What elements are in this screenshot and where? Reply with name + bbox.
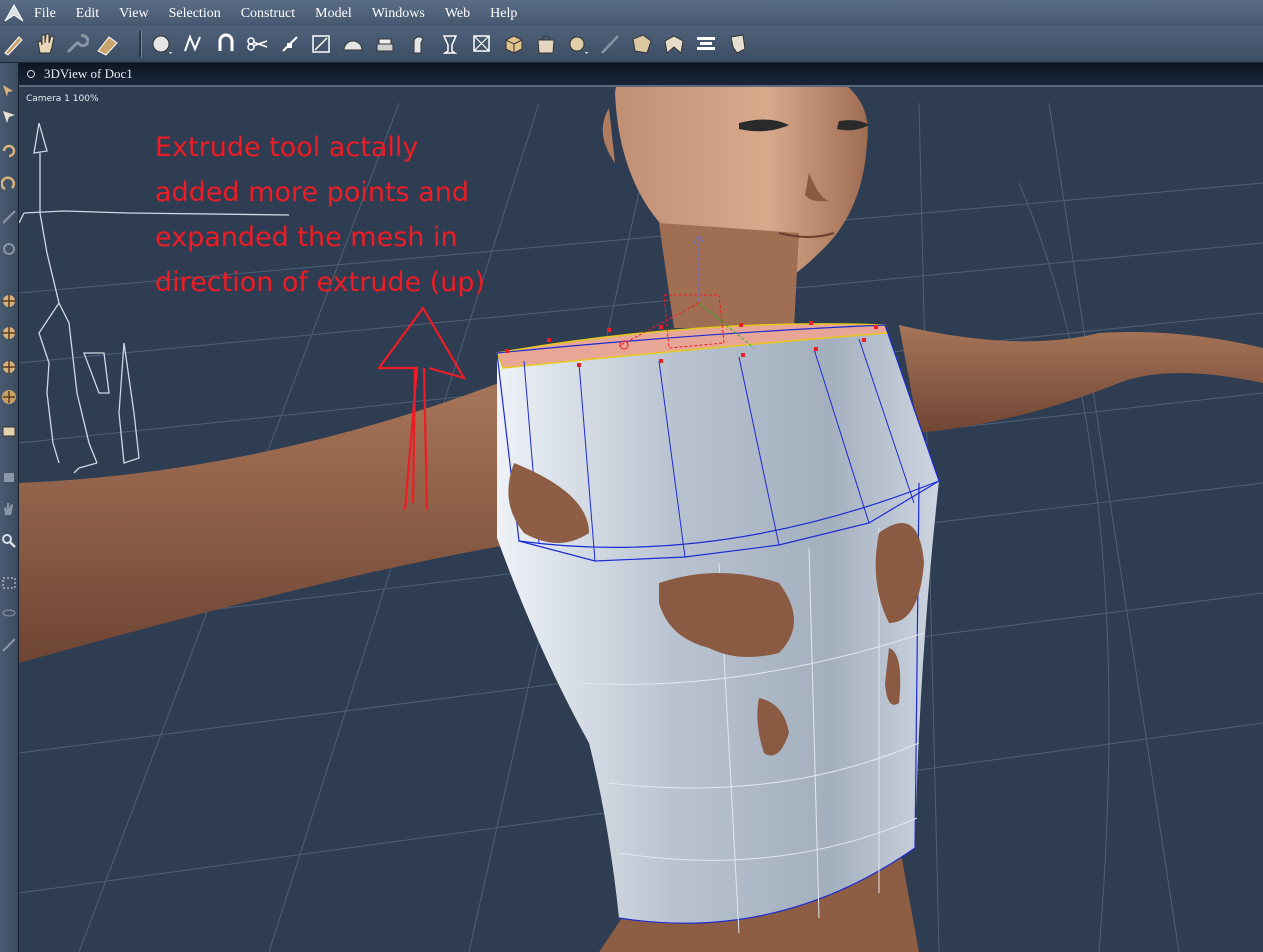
menu-items: File Edit View Selection Construct Model… — [24, 0, 527, 26]
scissors-icon[interactable] — [245, 31, 271, 57]
sphere-icon[interactable] — [149, 31, 175, 57]
toolbar — [0, 26, 1263, 63]
bend-icon[interactable] — [405, 31, 431, 57]
move-x-icon[interactable] — [1, 293, 17, 309]
pencil-icon[interactable] — [1, 637, 17, 653]
viewport-window-icon[interactable] — [27, 70, 35, 78]
link-icon[interactable] — [1, 241, 17, 257]
magnet-icon[interactable] — [213, 31, 239, 57]
menu-file[interactable]: File — [24, 0, 66, 26]
zoom-icon[interactable] — [1, 533, 17, 549]
fold-icon[interactable] — [661, 31, 687, 57]
hand-icon[interactable] — [33, 31, 59, 57]
lathe-icon[interactable] — [437, 31, 463, 57]
globe-icon[interactable] — [565, 31, 591, 57]
eye-icon[interactable] — [1, 605, 17, 621]
menu-edit[interactable]: Edit — [66, 0, 109, 26]
dome-icon[interactable] — [341, 31, 367, 57]
menu-view[interactable]: View — [109, 0, 158, 26]
select-icon[interactable] — [1, 109, 17, 125]
menu-construct[interactable]: Construct — [231, 0, 305, 26]
menu-model[interactable]: Model — [305, 0, 362, 26]
wrench-icon[interactable] — [63, 31, 89, 57]
viewport-title: 3DView of Doc1 — [44, 66, 133, 81]
shard-icon[interactable] — [725, 31, 751, 57]
menu-bar: File Edit View Selection Construct Model… — [0, 0, 1263, 26]
left-toolbar — [0, 63, 19, 952]
3d-viewport[interactable]: 3DView of Doc1 Camera 1 100% Extrude too… — [19, 63, 1263, 952]
pen-icon[interactable] — [277, 31, 303, 57]
extrude-icon[interactable] — [373, 31, 399, 57]
box-x-icon[interactable] — [469, 31, 495, 57]
hand-pan-icon[interactable] — [1, 501, 17, 517]
menu-help[interactable]: Help — [480, 0, 527, 26]
move-z-icon[interactable] — [1, 359, 17, 375]
viewport-title-bar: 3DView of Doc1 — [19, 63, 1263, 87]
brush-icon[interactable] — [1, 423, 17, 439]
scale-tool-icon[interactable] — [1, 209, 17, 225]
bag-icon[interactable] — [533, 31, 559, 57]
marquee-icon[interactable] — [1, 575, 17, 591]
app-logo-icon — [4, 3, 24, 22]
align-icon[interactable] — [693, 31, 719, 57]
arrow-icon[interactable] — [1, 83, 17, 99]
menu-web[interactable]: Web — [435, 0, 480, 26]
move-icon[interactable] — [629, 31, 655, 57]
annotation-text: Extrude tool actally added more points a… — [155, 132, 486, 298]
paint-icon[interactable] — [1, 31, 27, 57]
menu-selection[interactable]: Selection — [159, 0, 231, 26]
rotate-icon[interactable] — [1, 143, 17, 159]
menu-windows[interactable]: Windows — [362, 0, 435, 26]
knife-icon[interactable] — [597, 31, 623, 57]
lamp-icon[interactable] — [1, 469, 17, 485]
twist-icon[interactable] — [1, 175, 17, 191]
cube-icon[interactable] — [501, 31, 527, 57]
toolbar-separator — [139, 31, 142, 57]
camera-label: Camera 1 100% — [26, 94, 99, 104]
eraser-icon[interactable] — [95, 31, 121, 57]
mesh-garment — [495, 323, 940, 934]
polyline-icon[interactable] — [181, 31, 207, 57]
orbit-icon[interactable] — [1, 389, 17, 405]
scale-icon[interactable] — [309, 31, 335, 57]
move-y-icon[interactable] — [1, 325, 17, 341]
